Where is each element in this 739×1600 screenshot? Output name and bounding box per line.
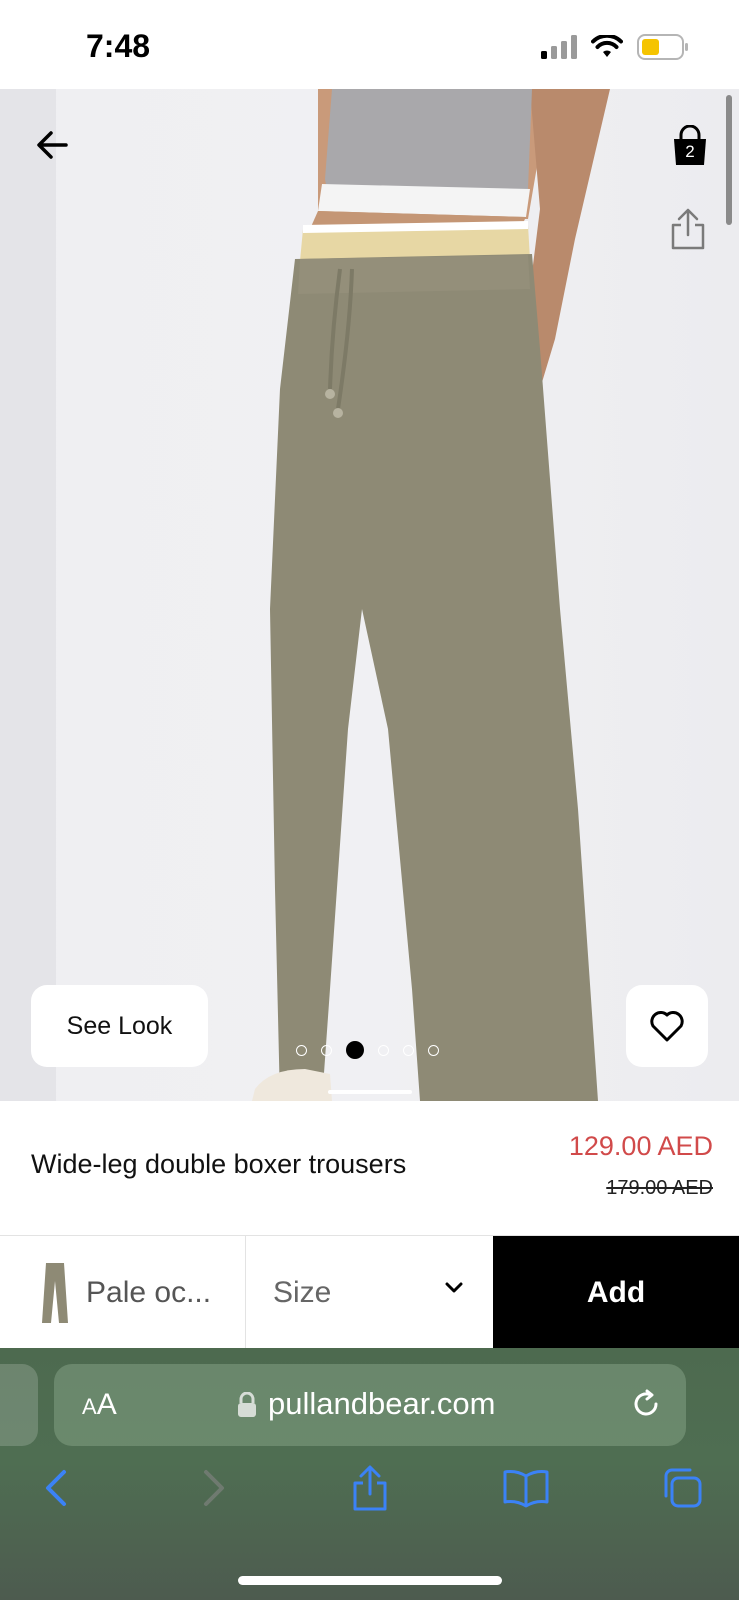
text-size-large-a: A — [96, 1388, 117, 1421]
see-look-button[interactable]: See Look — [31, 985, 208, 1067]
add-button-label: Add — [586, 1275, 646, 1309]
pagination-dot[interactable] — [403, 1044, 414, 1056]
share-icon — [353, 1465, 387, 1511]
wifi-icon — [591, 35, 623, 57]
pagination-dot[interactable] — [378, 1044, 389, 1056]
color-thumbnail-icon — [42, 1262, 68, 1323]
color-selector[interactable]: Pale oc... — [0, 1236, 246, 1349]
sheet-grabber[interactable] — [328, 1090, 412, 1094]
back-button[interactable] — [34, 125, 74, 165]
heart-icon — [650, 1011, 684, 1042]
browser-back-button[interactable] — [26, 1458, 86, 1518]
size-selector[interactable]: Size — [247, 1236, 493, 1349]
pagination-dot[interactable] — [296, 1044, 307, 1056]
buy-bar: Pale oc... Size Add — [0, 1235, 739, 1349]
forward-icon — [204, 1470, 224, 1506]
pagination-dot[interactable] — [321, 1044, 332, 1056]
bookmarks-button[interactable] — [496, 1458, 556, 1518]
chevron-down-icon — [445, 1282, 463, 1293]
bookmarks-icon — [503, 1470, 549, 1508]
pagination-dot-active[interactable] — [346, 1041, 364, 1059]
favorite-button[interactable] — [626, 985, 708, 1067]
text-size-button[interactable]: AA — [82, 1388, 117, 1422]
product-image[interactable]: 2 See Look — [0, 89, 739, 1101]
status-icons — [541, 34, 689, 60]
tabs-button[interactable] — [652, 1458, 712, 1518]
share-icon — [671, 208, 705, 250]
color-label: Pale oc... — [86, 1275, 212, 1309]
add-to-bag-button[interactable]: Add — [493, 1236, 739, 1349]
text-size-small-a: A — [82, 1394, 97, 1419]
url-text: pullandbear.com — [268, 1386, 496, 1421]
product-info-sheet: Wide-leg double boxer trousers 129.00 AE… — [0, 1101, 739, 1235]
reload-icon[interactable] — [628, 1386, 664, 1422]
tabs-icon — [664, 1468, 702, 1508]
share-button[interactable] — [668, 207, 708, 251]
status-bar: 7:48 — [0, 0, 739, 89]
browser-nav-row — [0, 1458, 739, 1528]
back-icon — [46, 1470, 66, 1506]
pagination-dot[interactable] — [428, 1044, 439, 1056]
scrollbar[interactable] — [726, 95, 732, 225]
size-label: Size — [273, 1275, 332, 1309]
original-price: 179.00 AED — [606, 1177, 713, 1199]
home-indicator[interactable] — [238, 1576, 502, 1585]
address-bar[interactable]: AA pullandbear.com — [54, 1364, 686, 1446]
current-price: 129.00 AED — [568, 1131, 713, 1161]
battery-icon — [637, 34, 688, 60]
product-name: Wide-leg double boxer trousers — [31, 1149, 407, 1179]
cellular-signal-icon — [541, 35, 577, 59]
gallery-pagination[interactable] — [296, 1041, 439, 1059]
product-photo-trousers — [252, 89, 610, 1101]
browser-forward-button[interactable] — [184, 1458, 244, 1518]
browser-toolbar: AA pullandbear.com — [0, 1348, 739, 1600]
browser-share-button[interactable] — [340, 1458, 400, 1518]
previous-tab-preview[interactable] — [0, 1364, 38, 1446]
see-look-label: See Look — [66, 1011, 173, 1040]
status-time: 7:48 — [86, 28, 151, 64]
shopping-bag-button[interactable]: 2 — [668, 124, 712, 169]
bag-count: 2 — [685, 142, 695, 161]
arrow-left-icon — [37, 131, 68, 159]
lock-icon — [238, 1392, 256, 1417]
